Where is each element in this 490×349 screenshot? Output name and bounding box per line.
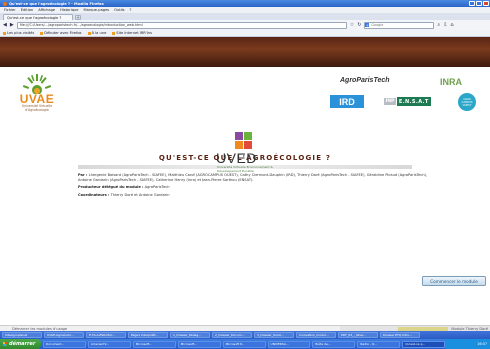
taskbar-item[interactable]: Microsoft P...	[222, 340, 266, 348]
uved-logo[interactable]: UVED Université Virtuelle Environnement …	[213, 132, 275, 184]
close-button[interactable]	[483, 1, 489, 6]
folder-button[interactable]: 2_Dossier_Docum...	[212, 332, 252, 338]
bookmark-icon	[112, 31, 116, 35]
bookmark-site-internet[interactable]: Site Internet IRR'Ins	[112, 31, 152, 35]
menu-historique[interactable]: Historique	[60, 8, 78, 12]
producer-paragraph: Producteur délégué du module : AgroParis…	[78, 185, 428, 190]
maximize-button[interactable]	[476, 1, 482, 6]
bookmark-icon	[40, 31, 44, 35]
inp-wordmark: INP	[384, 98, 396, 105]
search-icon[interactable]: ⌕	[437, 22, 440, 28]
system-tray: 16:07	[445, 339, 490, 349]
bookmark-label: Site Internet IRR'Ins	[116, 31, 153, 35]
uved-tagline: Université Virtuelle Environnement & Dév…	[217, 165, 273, 173]
start-button[interactable]: démarrer	[0, 339, 41, 349]
coordinators-text: Thierry Doré et Antoine Gardarin	[110, 192, 170, 197]
uvae-logo[interactable]: UVAE Université Virtuelle d'Agroécologie	[12, 72, 62, 124]
window-title: Qu'est-ce que l'agroécologie ? - Mozilla…	[9, 1, 104, 6]
folder-button[interactable]: Innovation_modul...	[296, 332, 336, 338]
agroparistech-wordmark: AgroParisTech	[340, 77, 390, 84]
reload-icon[interactable]: ↻	[357, 22, 361, 28]
uved-squares-icon	[235, 132, 253, 150]
folder-button[interactable]: PDF_03_-_Nive...	[338, 332, 378, 338]
menu-edition[interactable]: Édition	[21, 8, 33, 12]
folder-button[interactable]: E.TA-A-ESR-Micr...	[86, 332, 126, 338]
home-icon[interactable]: ⌂	[450, 22, 453, 28]
windows-logo-icon	[3, 342, 7, 346]
taskbar-item-firefox[interactable]: Qu'est-ce q...	[402, 340, 446, 348]
tab-strip: Qu'est-ce que l'agroécologie ? +	[0, 13, 490, 20]
producer-text: AgroParisTech	[144, 185, 170, 190]
partner-logos: AgroParisTech INRA IRD INP E.N.S.A.T AGR…	[330, 77, 480, 117]
star-icon[interactable]: ☆	[350, 22, 354, 28]
taskbar-item[interactable]: Boîte de...	[312, 340, 356, 348]
tab-label: Qu'est-ce que l'agroécologie ?	[7, 15, 62, 20]
agrocampus-ouest-logo[interactable]: AGRO CAMPUS OUEST	[458, 93, 476, 111]
bookmark-getting-started[interactable]: Débuter avec Firefox	[40, 31, 82, 35]
taskbar-item[interactable]: AmenentV...	[87, 340, 131, 348]
menu-marque-pages[interactable]: Marque-pages	[84, 8, 110, 12]
folder-taskbar: SiteAgroplanet UVAE-Agroécolo... E.TA-A-…	[0, 331, 490, 339]
page-banner	[0, 37, 490, 67]
download-icon[interactable]: ⇩	[443, 22, 447, 28]
agroparistech-logo[interactable]: AgroParisTech	[340, 77, 390, 84]
taskbar-item[interactable]: Radio - Q...	[357, 340, 401, 348]
url-input[interactable]	[16, 21, 347, 29]
taskbar-item[interactable]: UNIVERSA...	[267, 340, 311, 348]
navigation-bar: ◀ ▶ ☆ ↻ g ⌕ ⇩ ⌂	[0, 20, 490, 30]
coordinators-label: Coordinateurs :	[78, 192, 110, 197]
taskbar-item[interactable]: Microsoft...	[132, 340, 176, 348]
window-titlebar: Qu'est-ce que l'agroécologie ? - Mozilla…	[0, 0, 490, 7]
menu-outils[interactable]: Outils	[114, 8, 124, 12]
inra-logo[interactable]: INRA	[440, 77, 462, 87]
status-left-text: Démarrer les modules d'usage	[12, 326, 68, 331]
folder-button[interactable]: 1_Dossier_Pedag...	[170, 332, 210, 338]
bookmark-most-visited[interactable]: Les plus visités	[3, 31, 34, 35]
ird-logo[interactable]: IRD	[330, 95, 364, 108]
folder-button[interactable]: 3_Dossier_Solut...	[254, 332, 294, 338]
minimize-button[interactable]	[469, 1, 475, 6]
coordinators-paragraph: Coordinateurs : Thierry Doré et Antoine …	[78, 193, 428, 198]
rss-icon	[87, 31, 91, 35]
search-input[interactable]	[364, 21, 435, 29]
menu-affichage[interactable]: Affichage	[38, 8, 55, 12]
firefox-icon	[3, 1, 7, 6]
inp-ensat-logo[interactable]: INP E.N.S.A.T	[384, 96, 431, 107]
uvae-subtitle: Université Virtuelle d'Agroécologie	[21, 104, 53, 112]
bookmarks-toolbar: Les plus visités Débuter avec Firefox À …	[0, 30, 490, 37]
bookmark-label: Débuter avec Firefox	[44, 31, 82, 35]
menu-aide[interactable]: ?	[130, 8, 132, 12]
ensat-wordmark: E.N.S.A.T	[396, 97, 431, 106]
back-icon[interactable]: ◀	[3, 22, 7, 28]
start-module-button[interactable]: Commencer le module	[422, 276, 486, 286]
uvae-sun-icon	[23, 74, 51, 94]
folder-button[interactable]: UVAE-Agroécolo...	[44, 332, 84, 338]
forward-icon[interactable]: ▶	[10, 22, 14, 28]
bookmark-label: À la une	[91, 31, 107, 35]
clock[interactable]: 16:07	[477, 342, 487, 346]
windows-taskbar: démarrer Document... AmenentV... Microso…	[0, 339, 490, 349]
folder-button[interactable]: SiteAgroplanet	[2, 332, 42, 338]
page-header: UVAE Université Virtuelle d'Agroécologie…	[0, 67, 490, 127]
taskbar-item[interactable]: Document...	[42, 340, 86, 348]
menu-fichier[interactable]: Fichier	[4, 8, 16, 12]
taskbar-item[interactable]: Microsoft...	[177, 340, 221, 348]
start-label: démarrer	[9, 341, 36, 347]
bookmark-label: Les plus visités	[7, 31, 35, 35]
search-box: g	[364, 21, 435, 29]
authors-label: Par :	[78, 173, 88, 177]
uved-wordmark: UVED	[216, 150, 257, 166]
bookmark-icon	[3, 31, 6, 35]
folder-button[interactable]: Dossier ETQ Intro...	[380, 332, 420, 338]
bookmark-latest-headlines[interactable]: À la une	[87, 31, 107, 35]
folder-button[interactable]: Page1 Interprétt...	[128, 332, 168, 338]
google-icon: g	[365, 23, 370, 27]
producer-label: Producteur délégué du module :	[78, 185, 144, 190]
